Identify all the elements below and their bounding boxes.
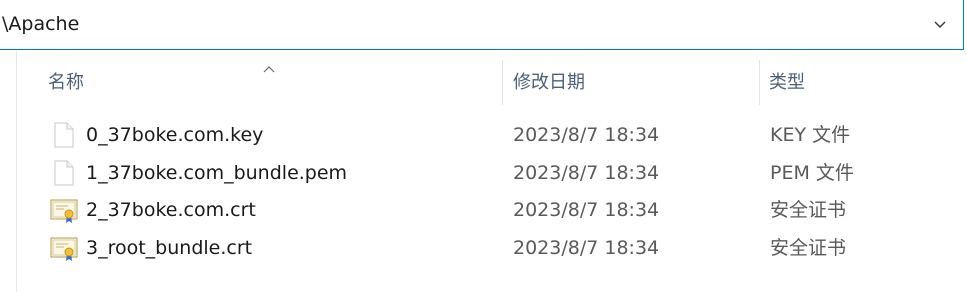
file-name[interactable]: 1_37boke.com_bundle.pem: [86, 161, 347, 185]
file-modified-date: 2023/8/7 18:34: [513, 124, 660, 146]
file-explorer-window: \Apache 名称 修改日期 类型 0_37boke.com.key 2023…: [0, 0, 967, 292]
chevron-down-icon[interactable]: [931, 15, 949, 33]
certificate-icon: [50, 234, 78, 262]
file-row[interactable]: 3_root_bundle.crt 2023/8/7 18:34 安全证书: [0, 229, 967, 267]
address-path[interactable]: \Apache: [2, 12, 79, 36]
file-type: KEY 文件: [770, 124, 851, 146]
column-separator[interactable]: [502, 60, 503, 105]
address-bar[interactable]: \Apache: [0, 0, 964, 50]
column-header-modified[interactable]: 修改日期: [513, 71, 585, 95]
file-row[interactable]: 0_37boke.com.key 2023/8/7 18:34 KEY 文件: [0, 116, 967, 154]
column-header-type[interactable]: 类型: [769, 71, 805, 95]
column-separator[interactable]: [759, 60, 760, 105]
file-modified-date: 2023/8/7 18:34: [513, 199, 660, 221]
file-row[interactable]: 1_37boke.com_bundle.pem 2023/8/7 18:34 P…: [0, 154, 967, 192]
file-modified-date: 2023/8/7 18:34: [513, 161, 660, 184]
file-name[interactable]: 3_root_bundle.crt: [86, 236, 252, 260]
file-modified-date: 2023/8/7 18:34: [513, 236, 660, 259]
file-type: 安全证书: [770, 199, 847, 221]
file-name[interactable]: 2_37boke.com.crt: [86, 198, 256, 222]
file-row[interactable]: 2_37boke.com.crt 2023/8/7 18:34 安全证书: [0, 191, 967, 229]
sort-ascending-icon: [262, 58, 276, 73]
file-type: PEM 文件: [770, 161, 854, 184]
column-header-row: 名称 修改日期 类型: [17, 51, 967, 109]
column-header-name[interactable]: 名称: [48, 71, 84, 95]
certificate-icon: [50, 196, 78, 224]
file-type: 安全证书: [770, 236, 847, 259]
blank-file-icon: [50, 159, 78, 187]
blank-file-icon: [50, 121, 78, 149]
file-list: 0_37boke.com.key 2023/8/7 18:34 KEY 文件 1…: [0, 116, 967, 266]
file-name[interactable]: 0_37boke.com.key: [86, 123, 263, 147]
